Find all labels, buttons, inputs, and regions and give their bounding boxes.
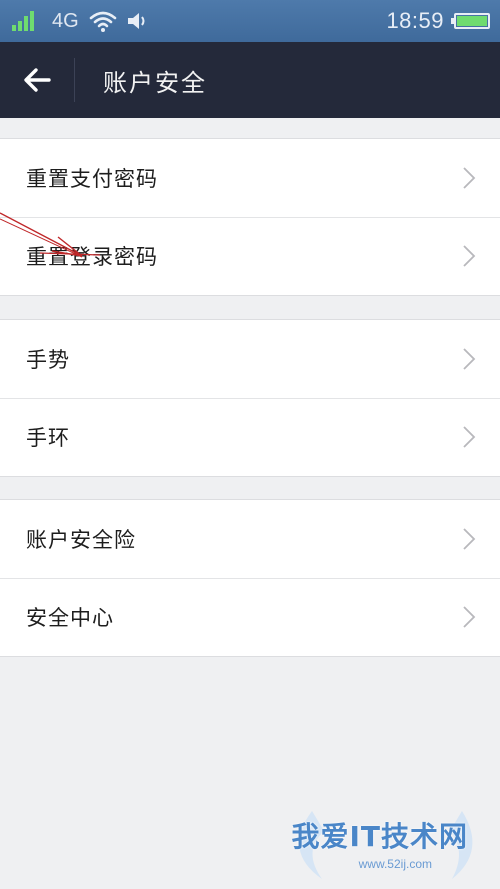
chevron-right-icon	[463, 426, 476, 448]
wifi-icon	[89, 11, 116, 32]
security-center-item[interactable]: 安全中心	[0, 578, 500, 656]
item-label: 账户安全险	[26, 528, 136, 552]
status-bar: 4G 18:59	[0, 0, 500, 42]
gesture-item[interactable]: 手势	[0, 320, 500, 398]
reset-login-password-item[interactable]: 重置登录密码	[0, 217, 500, 295]
wings-logo-icon	[299, 811, 473, 879]
status-left: 4G	[12, 8, 149, 34]
watermark-text: 我爱IT技术网	[291, 820, 468, 853]
back-button[interactable]	[0, 42, 74, 118]
item-label: 手势	[26, 348, 70, 372]
clock: 18:59	[386, 8, 444, 33]
chevron-right-icon	[463, 348, 476, 370]
settings-group-biometric: 手势 手环	[0, 319, 500, 477]
settings-group-security: 账户安全险 安全中心	[0, 499, 500, 657]
battery-icon	[451, 13, 490, 29]
title-bar: 账户安全	[0, 42, 500, 118]
back-arrow-icon	[24, 68, 51, 92]
settings-group-password: 重置支付密码 重置登录密码	[0, 138, 500, 296]
chevron-right-icon	[463, 167, 476, 189]
item-label: 安全中心	[26, 606, 114, 630]
volume-icon	[127, 13, 145, 29]
item-label: 重置支付密码	[26, 167, 158, 191]
signal-icon	[12, 9, 38, 33]
reset-payment-password-item[interactable]: 重置支付密码	[0, 139, 500, 217]
title-divider	[74, 58, 75, 102]
account-insurance-item[interactable]: 账户安全险	[0, 500, 500, 578]
page-title: 账户安全	[103, 68, 207, 97]
status-right: 18:59	[386, 8, 490, 34]
chevron-right-icon	[463, 606, 476, 628]
item-label: 手环	[26, 426, 70, 450]
network-type: 4G	[52, 9, 79, 32]
chevron-right-icon	[463, 245, 476, 267]
watermark-url: www.52ij.com	[358, 857, 432, 871]
wristband-item[interactable]: 手环	[0, 398, 500, 476]
item-label: 重置登录密码	[26, 245, 158, 269]
chevron-right-icon	[463, 528, 476, 550]
watermark: 我爱IT技术网 www.52ij.com	[262, 801, 492, 881]
